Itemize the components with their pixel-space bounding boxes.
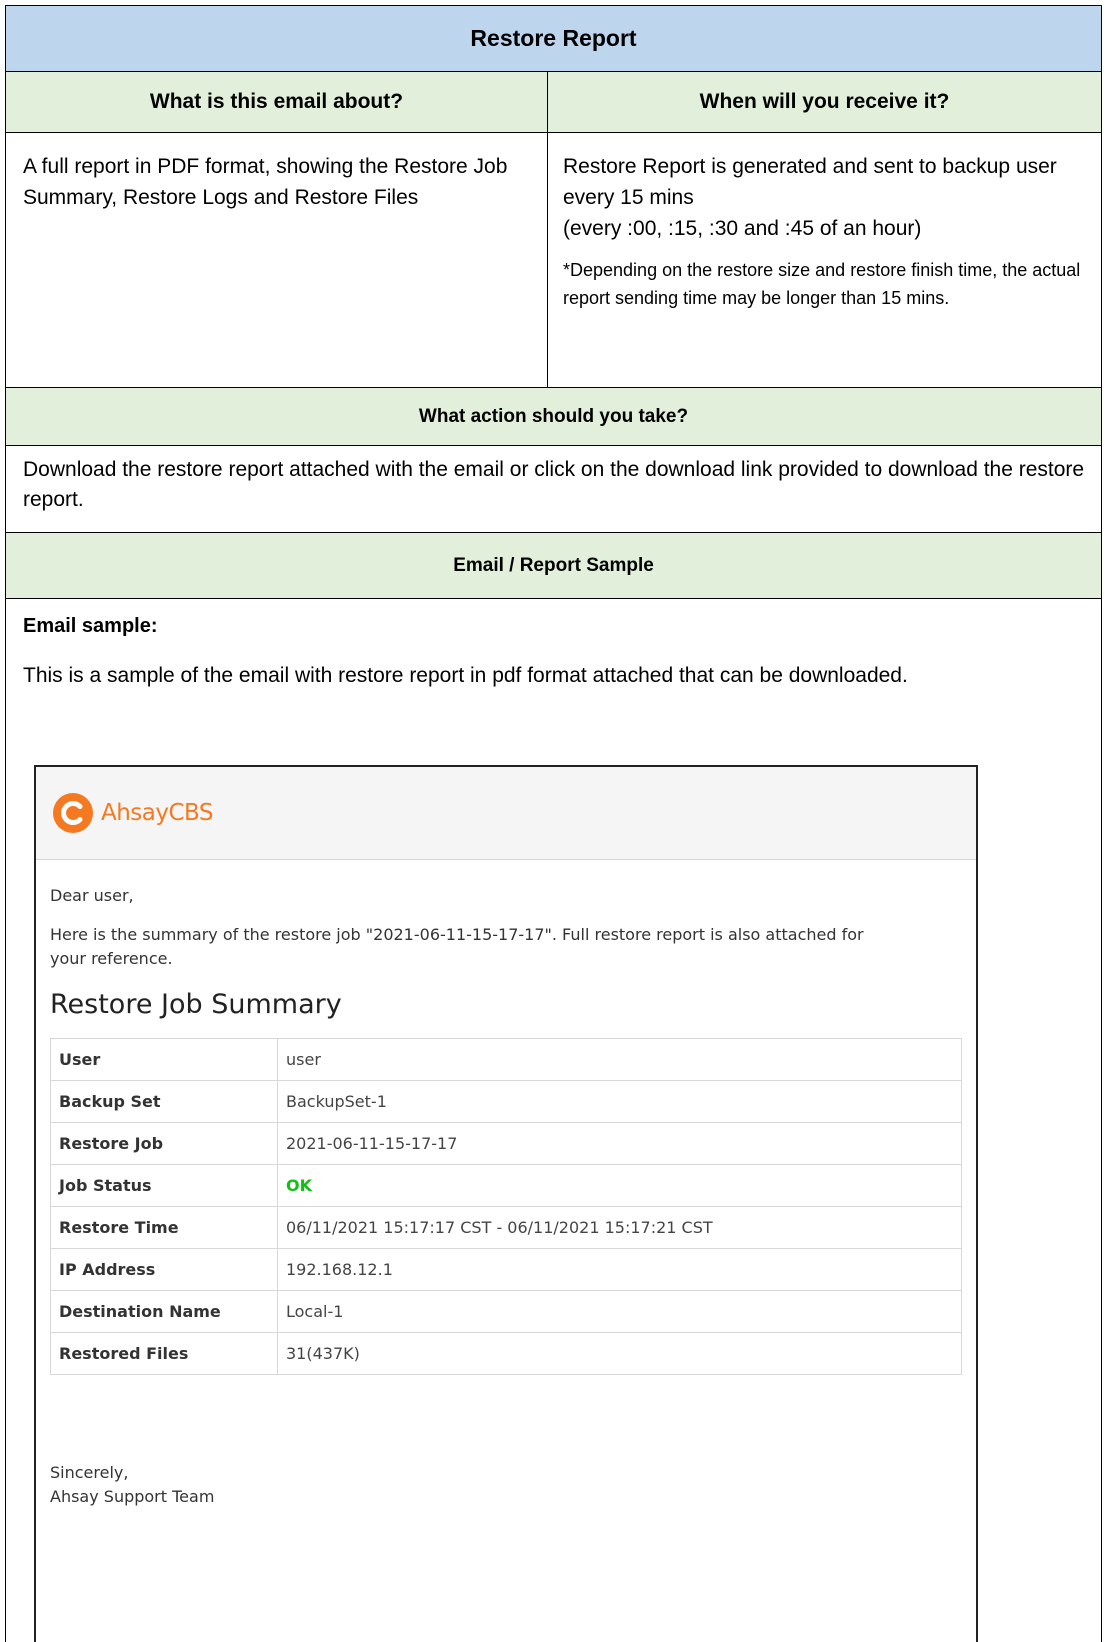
table-row: Destination Name Local-1 [50,1290,962,1333]
table-row: IP Address 192.168.12.1 [50,1248,962,1291]
row-value: 06/11/2021 15:17:17 CST - 06/11/2021 15:… [277,1206,962,1249]
when-column-header: When will you receive it? [699,90,950,113]
table-row: Restore Job 2021-06-11-15-17-17 [50,1122,962,1165]
row-value: BackupSet-1 [277,1080,962,1123]
signoff-team: Ahsay Support Team [50,1487,215,1506]
row-key: Backup Set [50,1080,278,1123]
table-row: Restore Time 06/11/2021 15:17:17 CST - 0… [50,1206,962,1249]
row-value: 31(437K) [277,1332,962,1375]
email-header: AhsayCBS [36,767,976,860]
action-text: Download the restore report attached wit… [6,446,1101,533]
report-title: Restore Report [6,6,1101,72]
about-text: A full report in PDF format, showing the… [6,133,548,387]
row-key: Restored Files [50,1332,278,1375]
row-value: 192.168.12.1 [277,1248,962,1291]
status-badge: OK [286,1176,312,1195]
when-cell: Restore Report is generated and sent to … [548,133,1101,387]
table-row: Job Status OK [50,1164,962,1207]
email-signoff: Sincerely, Ahsay Support Team [50,1461,962,1509]
info-content-row: A full report in PDF format, showing the… [6,133,1101,388]
email-sample: AhsayCBS Dear user, Here is the summary … [34,765,978,1642]
when-schedule: (every :00, :15, :30 and :45 of an hour) [563,217,922,240]
sample-header: Email / Report Sample [6,533,1101,599]
about-column-header: What is this email about? [6,72,548,132]
row-key: Job Status [50,1164,278,1207]
summary-table: User user Backup Set BackupSet-1 Restore… [50,1038,962,1375]
summary-title: Restore Job Summary [50,989,342,1020]
table-row: Restored Files 31(437K) [50,1332,962,1375]
email-greeting: Dear user, [50,886,134,905]
sample-label: Email sample: [23,615,158,637]
row-value: user [277,1038,962,1081]
when-note: *Depending on the restore size and resto… [563,260,1081,308]
brand-name: AhsayCBS [101,800,214,826]
row-key: Restore Job [50,1122,278,1165]
row-key: Destination Name [50,1290,278,1333]
action-header: What action should you take? [6,388,1101,446]
sample-section: Email sample: This is a sample of the em… [6,599,1101,691]
row-value: OK [277,1164,962,1207]
email-intro: Here is the summary of the restore job "… [50,925,864,968]
row-key: User [50,1038,278,1081]
table-row: User user [50,1038,962,1081]
row-value: Local-1 [277,1290,962,1333]
sample-description: This is a sample of the email with resto… [23,664,908,687]
ahsay-logo-icon [53,793,93,833]
signoff-closing: Sincerely, [50,1463,129,1482]
row-key: Restore Time [50,1206,278,1249]
row-value: 2021-06-11-15-17-17 [277,1122,962,1165]
when-text: Restore Report is generated and sent to … [563,155,1057,209]
row-key: IP Address [50,1248,278,1291]
info-header-row: What is this email about? When will you … [6,72,1101,133]
email-body: Dear user, Here is the summary of the re… [36,886,976,1509]
table-row: Backup Set BackupSet-1 [50,1080,962,1123]
